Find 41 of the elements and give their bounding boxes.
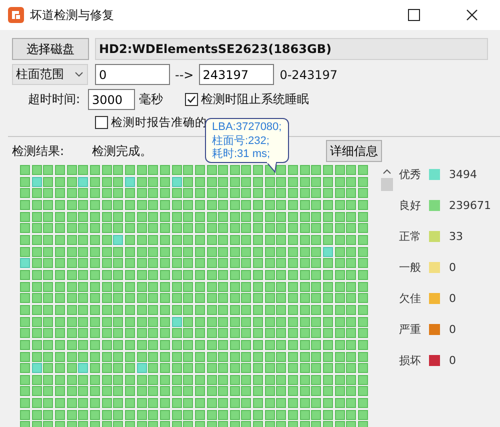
disk-name-field: HD2:WDElementsSE2623(1863GB) xyxy=(95,38,488,60)
timeout-unit: 毫秒 xyxy=(139,91,163,108)
legend-label: 损坏 xyxy=(399,352,422,368)
legend-label: 良好 xyxy=(399,198,422,212)
tooltip-line: 柱面号:232; xyxy=(212,134,270,148)
option-label: 检测时报告准确的 xyxy=(111,114,207,130)
legend-label: 严重 xyxy=(399,322,422,336)
range-dropdown[interactable]: 柱面范围 xyxy=(12,64,88,85)
legend-label: 优秀 xyxy=(399,166,422,182)
result-label: 检测结果: xyxy=(12,142,66,160)
option-label: 检测时阻止系统睡眠 xyxy=(201,91,309,108)
legend-count: 3494 xyxy=(449,168,478,180)
legend-label: 一般 xyxy=(399,260,422,274)
checkbox[interactable] xyxy=(95,116,108,128)
result-status: 检测完成。 xyxy=(92,142,152,160)
legend-count: 0 xyxy=(449,322,456,336)
chevron-down-icon xyxy=(75,72,83,77)
details-button[interactable]: 详细信息 xyxy=(326,140,382,162)
close-icon[interactable] xyxy=(466,9,478,21)
legend-count: 0 xyxy=(449,354,456,366)
tooltip-line: 耗时:31 ms; xyxy=(212,148,270,162)
scrollbar-thumb[interactable] xyxy=(381,178,394,191)
timeout-label: 超时时间: xyxy=(26,91,81,108)
window-title: 坏道检测与修复 xyxy=(30,6,115,24)
chevron-up-icon[interactable] xyxy=(383,169,392,174)
select-disk-button[interactable]: 选择磁盘 xyxy=(12,38,89,60)
range-arrow: --> xyxy=(175,68,194,82)
legend-count: 0 xyxy=(449,292,456,304)
legend-label: 欠佳 xyxy=(399,290,422,306)
legend-count: 33 xyxy=(449,230,464,242)
timeout-input[interactable]: 3000 xyxy=(88,89,135,110)
tooltip-line: LBA:3727080; xyxy=(212,121,282,134)
maximize-icon[interactable] xyxy=(408,9,420,21)
legend-count: 0 xyxy=(449,260,456,274)
legend-count: 239671 xyxy=(449,198,492,212)
range-start-input[interactable]: 0 xyxy=(95,64,170,85)
range-end-input[interactable]: 243197 xyxy=(198,64,274,85)
checkbox[interactable] xyxy=(185,93,198,106)
range-span-text: 0-243197 xyxy=(280,68,338,82)
app-logo-icon xyxy=(8,7,24,23)
legend-label: 正常 xyxy=(399,228,422,244)
